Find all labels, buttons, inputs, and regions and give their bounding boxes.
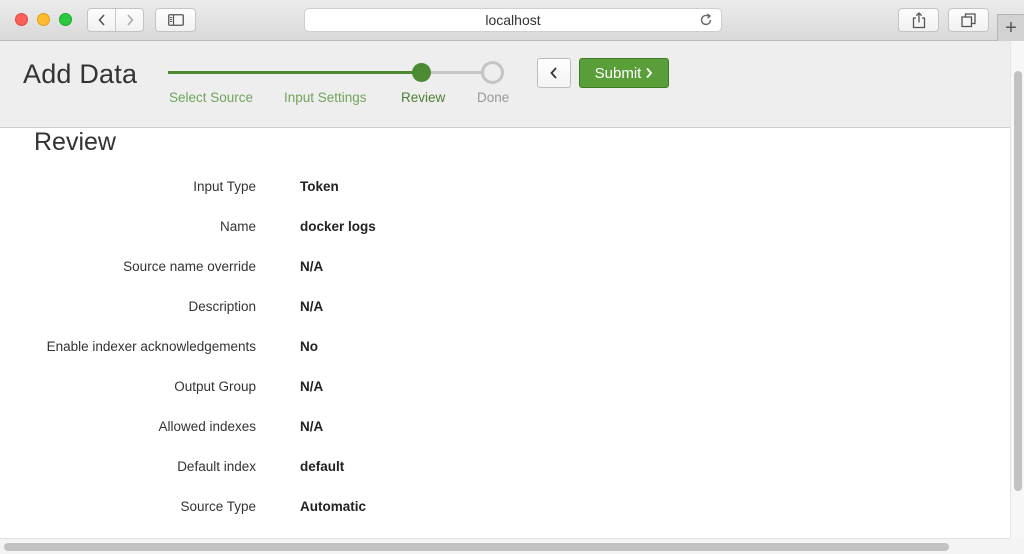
scrollbar-corner [1010,538,1024,554]
vertical-scrollbar[interactable] [1010,41,1024,538]
step-marker-done [481,61,504,84]
browser-toolbar: localhost + [0,0,1024,41]
stepper-progress-complete [168,71,421,74]
minimize-window-button[interactable] [37,13,50,26]
chevron-left-icon [550,67,557,79]
show-all-tabs-button[interactable] [948,8,989,32]
url-text: localhost [485,12,541,28]
submit-button[interactable]: Submit [579,58,669,88]
reload-icon[interactable] [699,13,713,27]
horizontal-scroll-thumb[interactable] [4,543,949,551]
review-row: Enable indexer acknowledgements No [0,339,700,359]
submit-label: Submit [594,64,642,82]
review-row: Allowed indexes N/A [0,419,700,439]
field-label: Default index [177,459,256,474]
step-input-settings: Input Settings [284,90,367,105]
field-value: No [300,339,318,354]
step-done: Done [477,90,510,105]
horizontal-scrollbar[interactable] [0,538,1010,554]
vertical-scroll-thumb[interactable] [1014,71,1022,491]
chevron-right-icon [126,14,134,26]
section-title: Review [34,128,116,156]
review-row: Input Type Token [0,179,700,199]
review-row: Name docker logs [0,219,700,239]
field-label: Input Type [193,179,256,194]
zoom-window-button[interactable] [59,13,72,26]
field-label: Name [219,219,256,234]
field-value: N/A [300,419,324,434]
history-nav [87,8,144,32]
field-value: docker logs [300,219,376,234]
show-sidebar-button[interactable] [155,8,196,32]
field-value: Automatic [300,499,367,514]
new-tab-button[interactable]: + [997,14,1024,41]
review-row: Default index default [0,459,700,479]
close-window-button[interactable] [15,13,28,26]
field-label: Enable indexer acknowledgements [46,339,256,354]
browser-forward-button[interactable] [115,9,143,31]
add-data-header: Add Data Select Source Input Settings Re… [0,41,1010,128]
browser-back-button[interactable] [88,9,115,31]
step-marker-review [412,63,431,82]
address-bar[interactable]: localhost [304,8,722,32]
review-row: Source Type Automatic [0,499,700,519]
chevron-right-icon [646,67,653,79]
field-value: N/A [300,259,324,274]
field-value: default [300,459,345,474]
wizard-stepper: Select Source Input Settings Review Done [0,41,540,128]
review-panel: Review Input Type Token Name docker logs… [0,128,1010,538]
field-label: Source name override [123,259,256,274]
review-row: Source name override N/A [0,259,700,279]
plus-icon: + [1005,16,1017,39]
review-row: Output Group N/A [0,379,700,399]
tabs-icon [961,12,976,27]
share-icon [912,11,925,28]
step-review: Review [401,90,446,105]
review-row: Description N/A [0,299,700,319]
share-button[interactable] [898,8,939,32]
field-label: Output Group [174,379,256,394]
chevron-left-icon [97,14,105,26]
field-value: N/A [300,299,324,314]
field-label: Source Type [180,499,256,514]
sidebar-icon [167,14,184,26]
step-select-source: Select Source [169,90,254,105]
field-value: Token [300,179,339,194]
field-value: N/A [300,379,324,394]
field-label: Description [188,299,256,314]
field-label: Allowed indexes [158,419,256,434]
previous-step-button[interactable] [537,58,571,88]
